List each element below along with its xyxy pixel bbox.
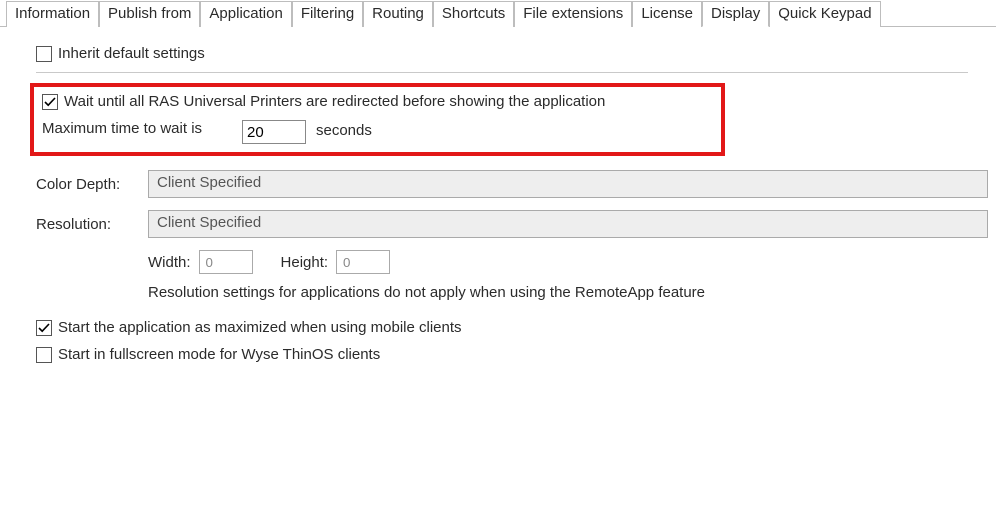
color-depth-label: Color Depth:: [36, 176, 148, 193]
tab-file-extensions[interactable]: File extensions: [514, 1, 632, 27]
tab-license[interactable]: License: [632, 1, 702, 27]
wait-checkbox[interactable]: [42, 94, 58, 110]
tab-display[interactable]: Display: [702, 1, 769, 27]
wait-highlight-box: Wait until all RAS Universal Printers ar…: [30, 83, 725, 156]
max-wait-unit: seconds: [316, 120, 372, 139]
tab-filtering[interactable]: Filtering: [292, 1, 363, 27]
width-input[interactable]: [199, 250, 253, 274]
maximized-label: Start the application as maximized when …: [58, 319, 462, 336]
max-wait-label: Maximum time to wait is: [42, 120, 242, 138]
color-depth-select[interactable]: Client Specified: [148, 170, 988, 198]
height-label: Height:: [281, 254, 329, 271]
width-label: Width:: [148, 254, 191, 271]
separator: [36, 72, 968, 73]
tabs-bar: Information Publish from Application Fil…: [0, 0, 996, 27]
height-input[interactable]: [336, 250, 390, 274]
tab-application[interactable]: Application: [200, 1, 291, 27]
tab-publish-from[interactable]: Publish from: [99, 1, 200, 27]
maximized-checkbox[interactable]: [36, 320, 52, 336]
inherit-label: Inherit default settings: [58, 45, 205, 62]
resolution-label: Resolution:: [36, 216, 148, 233]
resolution-select[interactable]: Client Specified: [148, 210, 988, 238]
inherit-checkbox[interactable]: [36, 46, 52, 62]
tab-routing[interactable]: Routing: [363, 1, 433, 27]
resolution-hint: Resolution settings for applications do …: [148, 284, 996, 301]
fullscreen-label: Start in fullscreen mode for Wyse ThinOS…: [58, 346, 380, 363]
max-wait-input[interactable]: [242, 120, 306, 144]
tab-information[interactable]: Information: [6, 1, 99, 27]
tab-shortcuts[interactable]: Shortcuts: [433, 1, 514, 27]
tab-quick-keypad[interactable]: Quick Keypad: [769, 1, 880, 27]
display-panel: Inherit default settings Wait until all …: [0, 27, 996, 363]
wait-label: Wait until all RAS Universal Printers ar…: [64, 93, 605, 110]
fullscreen-checkbox[interactable]: [36, 347, 52, 363]
